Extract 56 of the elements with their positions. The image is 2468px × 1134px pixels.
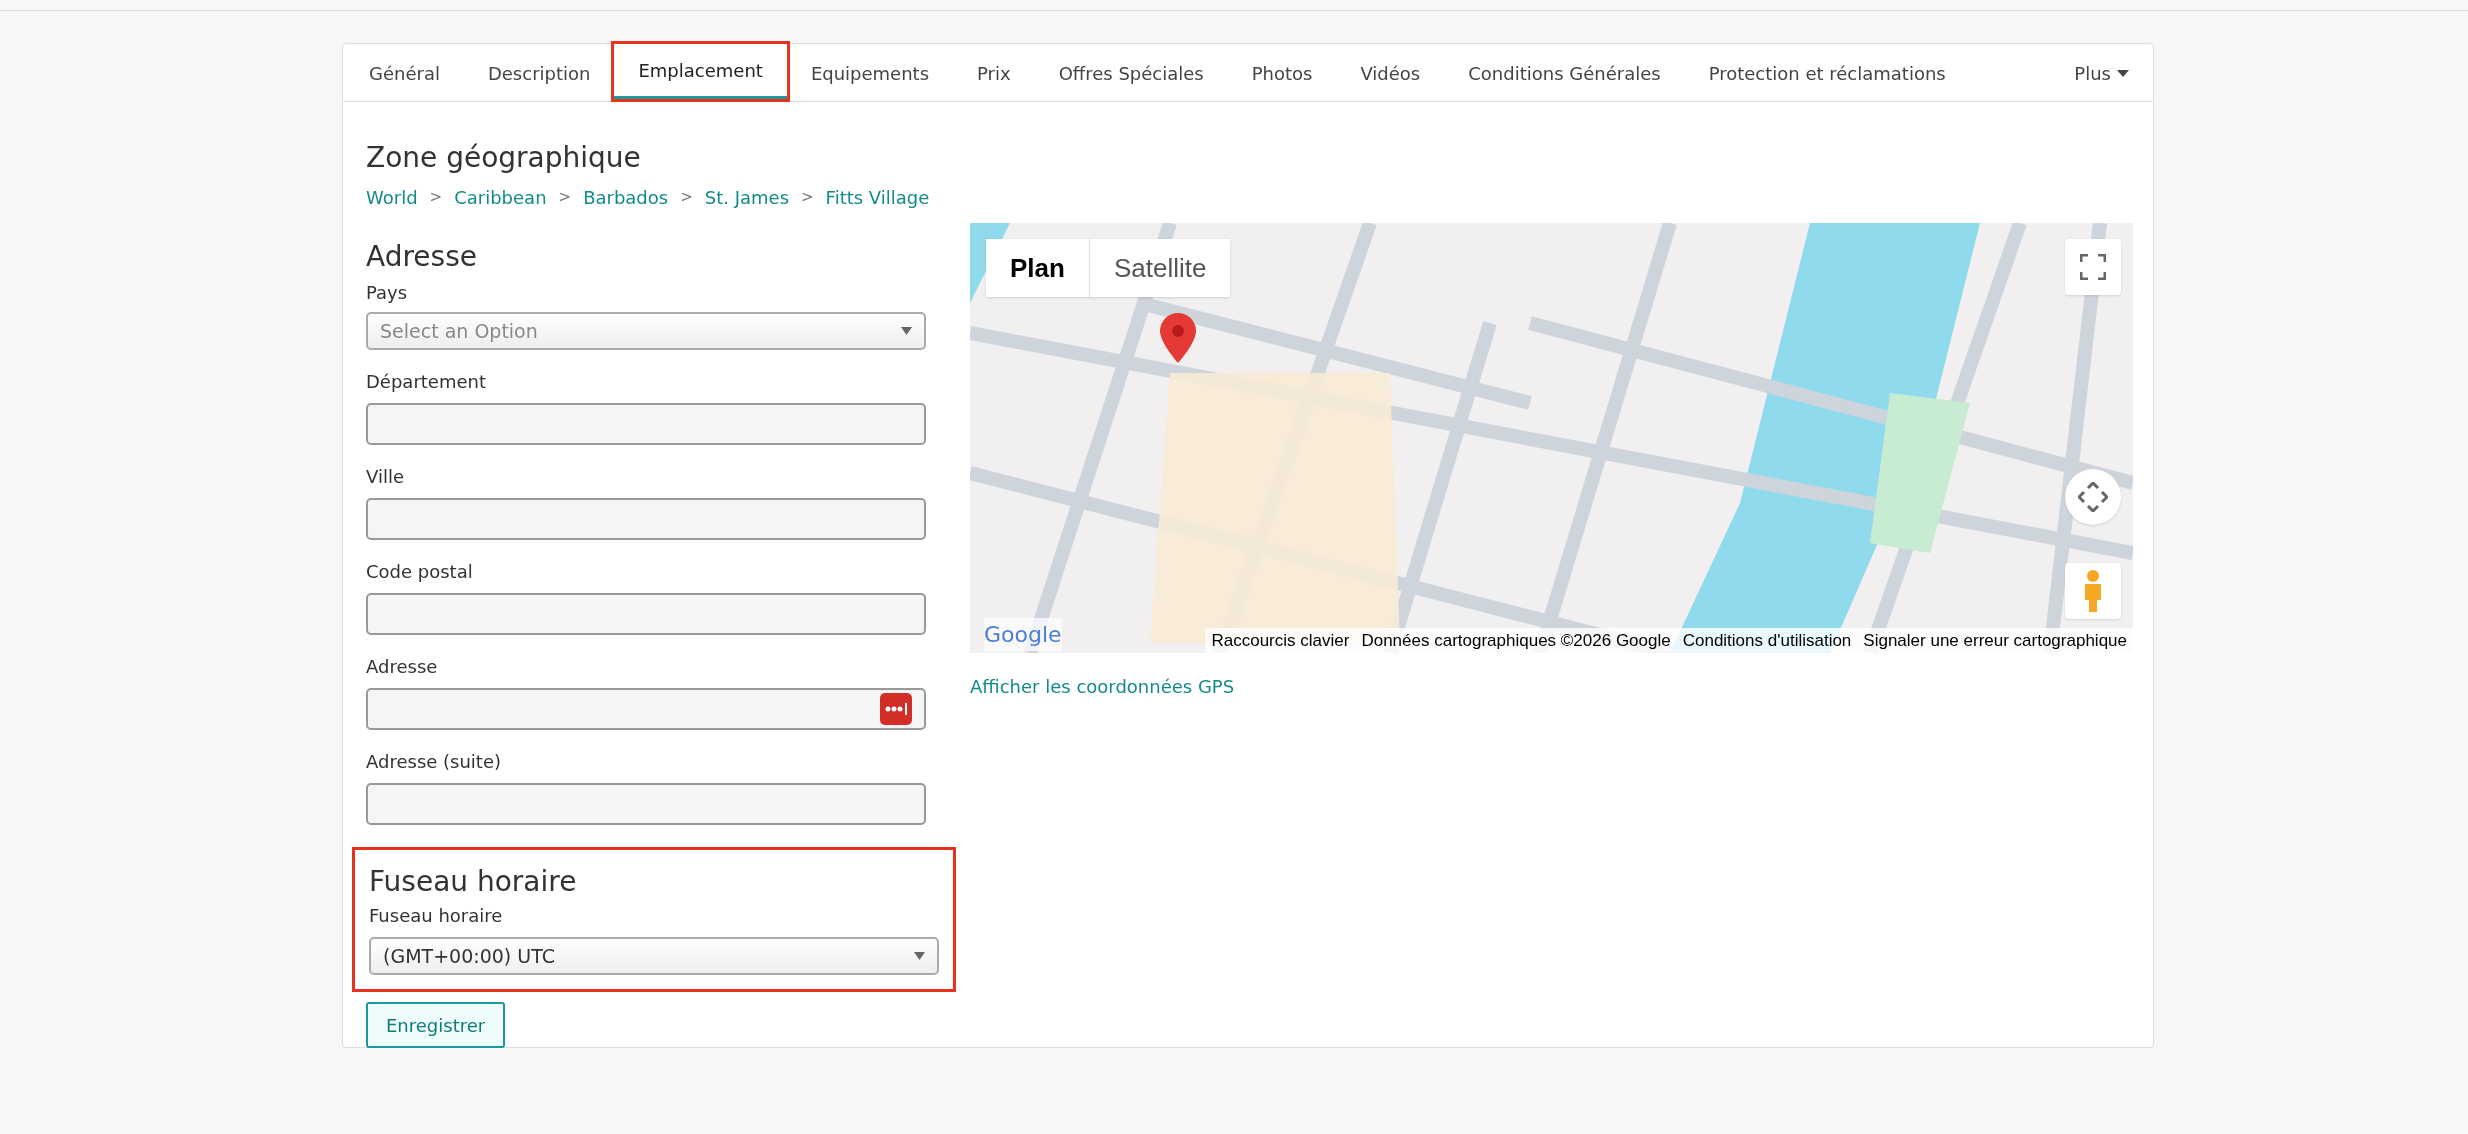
tab[interactable]: Photos	[1227, 46, 1337, 101]
tab[interactable]: Description	[463, 46, 615, 101]
map-attribution-link[interactable]: Signaler une erreur cartographique	[1857, 627, 2133, 653]
section-title: Zone géographique	[366, 140, 642, 176]
map-attribution-link[interactable]: Conditions d'utilisation	[1676, 627, 1858, 653]
tab[interactable]: Offres Spéciales	[1034, 46, 1228, 101]
map-pin-icon	[1160, 313, 1196, 363]
caret-icon	[2117, 70, 2129, 77]
breadcrumb-separator: >	[680, 187, 693, 209]
section-title: Adresse	[366, 239, 478, 275]
input-field[interactable]	[366, 783, 926, 825]
field-label: Adresse (suite)	[366, 750, 503, 774]
password-manager-icon[interactable]	[880, 693, 912, 725]
google-logo: Google	[984, 618, 1062, 651]
map-placeholder[interactable]: Plan Satellite Google Raccourcis clavier Données cartographiques ©2026 Google Conditions d'utilisation Signaler une erreur cartographique	[970, 223, 2133, 653]
field-label: Département	[366, 370, 487, 394]
input-field[interactable]	[366, 593, 926, 635]
field-label: Ville	[366, 465, 405, 489]
breadcrumb-separator: >	[801, 187, 814, 209]
input-field[interactable]	[366, 403, 926, 445]
gps-link[interactable]: Afficher les coordonnées GPS	[970, 673, 2133, 700]
section-title: Fuseau horaire	[369, 864, 578, 900]
input-field[interactable]	[366, 688, 926, 730]
breadcrumb-link[interactable]: World	[366, 184, 418, 211]
timezone-select[interactable]: (GMT+00:00) UTC	[369, 937, 939, 975]
person-icon	[2082, 570, 2104, 612]
fullscreen-button[interactable]	[2065, 239, 2121, 295]
tab[interactable]: Vidéos	[1336, 46, 1445, 101]
breadcrumb-separator: >	[558, 187, 572, 209]
map-type-tab[interactable]: Satellite	[1088, 239, 1231, 297]
tab[interactable]: Général	[345, 46, 464, 101]
save-button[interactable]: Enregistrer	[366, 1002, 506, 1048]
fullscreen-icon	[2080, 254, 2106, 280]
dropdown-arrow-icon	[901, 327, 912, 335]
breadcrumb-link[interactable]: Fitts Village	[825, 184, 930, 211]
tab[interactable]: Equipements	[786, 46, 954, 101]
tab[interactable]: Prix	[953, 46, 1035, 101]
map-type-tab[interactable]: Plan	[986, 239, 1089, 297]
tab[interactable]: Protection et réclamations	[1684, 46, 1970, 101]
pegman-button[interactable]	[2065, 563, 2121, 619]
tab[interactable]: Conditions Générales	[1444, 46, 1685, 101]
map-attribution-link[interactable]: Raccourcis clavier	[1205, 627, 1356, 653]
tab[interactable]: Emplacement	[614, 44, 787, 99]
input-field[interactable]	[366, 498, 926, 540]
breadcrumb-separator: >	[429, 187, 443, 209]
breadcrumb-link[interactable]: Barbados	[583, 184, 669, 211]
dropdown-arrow-icon	[914, 952, 925, 960]
four-arrows-icon	[2078, 482, 2108, 512]
breadcrumb-link[interactable]: St. James	[704, 184, 790, 211]
field-label: Adresse	[366, 655, 439, 679]
field-label: Fuseau horaire	[369, 904, 504, 928]
more-menu[interactable]: Plus	[2074, 46, 2151, 101]
field-label: Code postal	[366, 560, 474, 584]
map-attribution-link[interactable]: Données cartographiques ©2026 Google	[1355, 627, 1677, 653]
breadcrumb-link[interactable]: Caribbean	[454, 184, 547, 211]
field-label: Pays	[366, 281, 409, 305]
